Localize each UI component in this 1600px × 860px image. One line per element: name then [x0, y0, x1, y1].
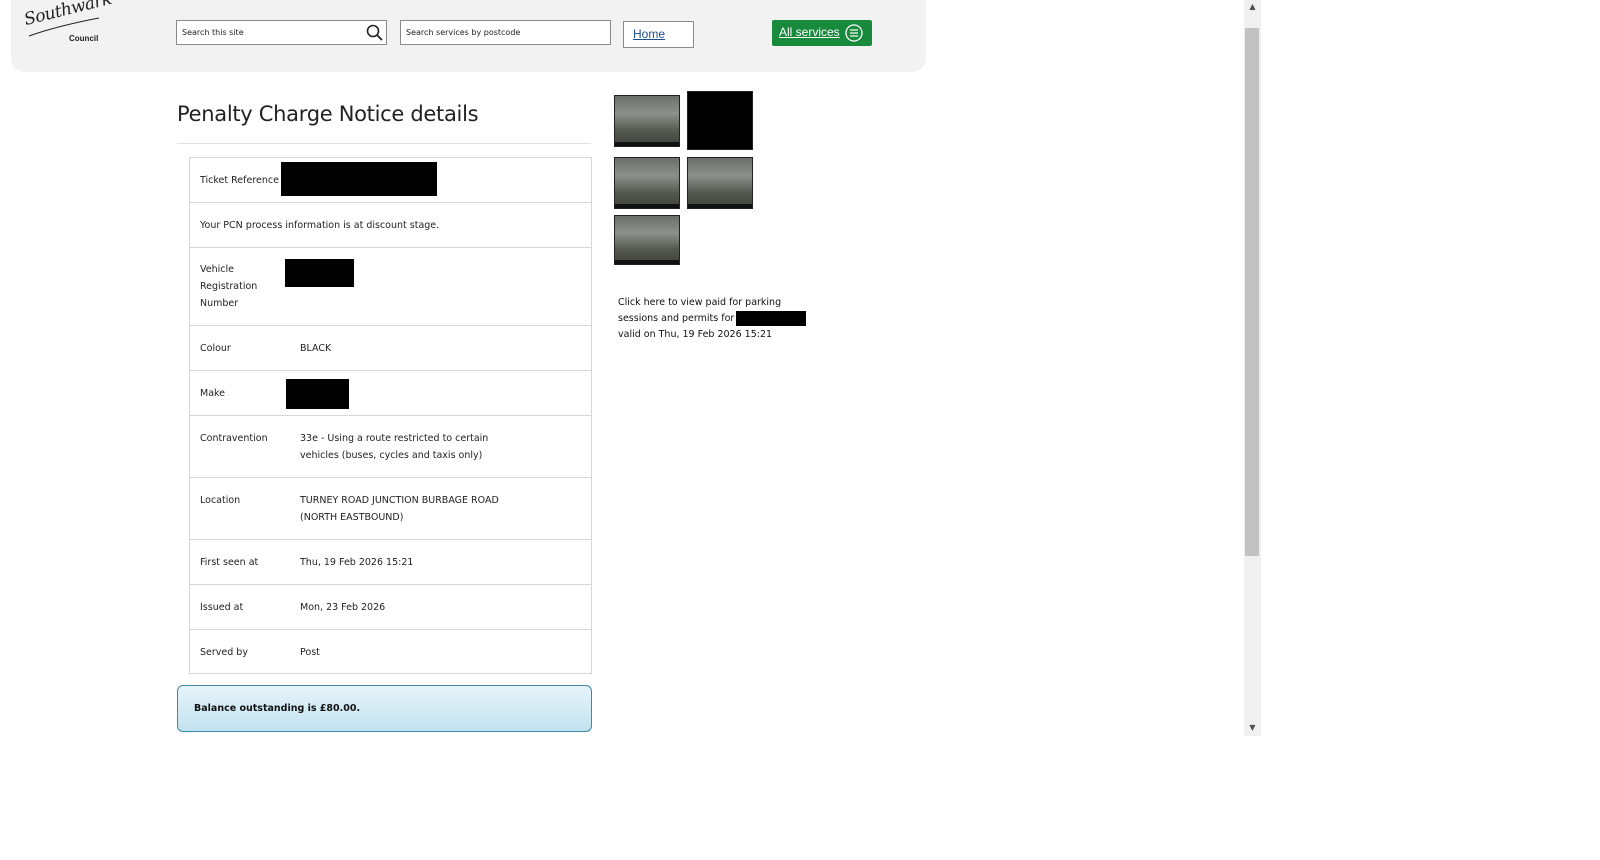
make-label: Make [200, 388, 226, 399]
menu-icon [845, 24, 863, 42]
evidence-photo-4[interactable] [687, 157, 753, 209]
home-button[interactable]: Home [623, 21, 694, 48]
row-issued: Issued at Mon, 23 Feb 2026 [189, 584, 592, 630]
parking-vrn-redacted [736, 311, 807, 326]
row-served-by: Served by Post [189, 629, 592, 674]
row-vehicle-registration: Vehicle Registration Number [189, 247, 592, 326]
title-divider [177, 143, 591, 144]
location-label: Location [200, 495, 241, 506]
evidence-photo-2[interactable] [687, 91, 753, 150]
row-make: Make [189, 370, 592, 416]
scrollbar-thumb[interactable] [1245, 28, 1259, 556]
postcode-search-input[interactable]: Search services by postcode [400, 20, 611, 45]
scroll-down-arrow-icon[interactable]: ▼ [1244, 721, 1261, 735]
first-seen-label: First seen at [200, 557, 259, 568]
vrn-label-line2: Registration [200, 281, 258, 292]
first-seen-value: Thu, 19 Feb 2026 15:21 [300, 557, 414, 568]
evidence-photo-5[interactable] [614, 215, 680, 265]
vrn-label-line3: Number [200, 298, 239, 309]
search-icon[interactable] [366, 24, 383, 41]
evidence-photo-3[interactable] [614, 157, 680, 209]
row-location: Location TURNEY ROAD JUNCTION BURBAGE RO… [189, 477, 592, 540]
page-title: Penalty Charge Notice details [177, 102, 479, 126]
parking-sessions-link[interactable]: Click here to view paid for parking sess… [618, 295, 808, 343]
served-by-label: Served by [200, 647, 248, 658]
scroll-up-arrow-icon[interactable]: ▲ [1244, 0, 1261, 14]
site-search-placeholder: Search this site [182, 28, 244, 37]
vrn-label-line1: Vehicle [200, 264, 234, 275]
all-services-button[interactable]: All services [772, 20, 872, 46]
process-info-text: Your PCN process information is at disco… [200, 220, 440, 231]
ticket-reference-label: Ticket Reference [200, 175, 279, 186]
parking-link-line3: valid on Thu, 19 Feb 2026 15:21 [618, 329, 773, 340]
row-process-info: Your PCN process information is at disco… [189, 202, 592, 248]
ticket-reference-redacted [281, 162, 437, 196]
parking-link-line2: sessions and permits for [618, 311, 808, 327]
colour-label: Colour [200, 343, 231, 354]
all-services-label: All services [779, 25, 840, 39]
row-contravention: Contravention 33e - Using a route restri… [189, 415, 592, 478]
row-ticket-reference: Ticket Reference [189, 157, 592, 203]
logo-council-text: Council [69, 34, 99, 43]
issued-value: Mon, 23 Feb 2026 [300, 602, 386, 613]
location-value-line2: (NORTH EASTBOUND) [300, 512, 404, 523]
site-search-input[interactable]: Search this site [176, 20, 387, 45]
contravention-value-line1: 33e - Using a route restricted to certai… [300, 433, 489, 444]
postcode-search-placeholder: Search services by postcode [406, 28, 521, 37]
vrn-redacted [285, 259, 354, 287]
row-colour: Colour BLACK [189, 325, 592, 371]
location-value-line1: TURNEY ROAD JUNCTION BURBAGE ROAD [300, 495, 499, 506]
balance-outstanding-banner: Balance outstanding is £80.00. [177, 685, 592, 732]
evidence-photo-1[interactable] [614, 95, 680, 147]
colour-value: BLACK [300, 343, 332, 354]
served-by-value: Post [300, 647, 320, 658]
contravention-value-line2: vehicles (buses, cycles and taxis only) [300, 450, 483, 461]
make-redacted [286, 379, 349, 409]
parking-link-line1: Click here to view paid for parking [618, 297, 782, 308]
southwark-council-logo[interactable]: Southwark Council [22, 0, 113, 46]
contravention-label: Contravention [200, 433, 268, 444]
row-first-seen: First seen at Thu, 19 Feb 2026 15:21 [189, 539, 592, 585]
issued-label: Issued at [200, 602, 244, 613]
